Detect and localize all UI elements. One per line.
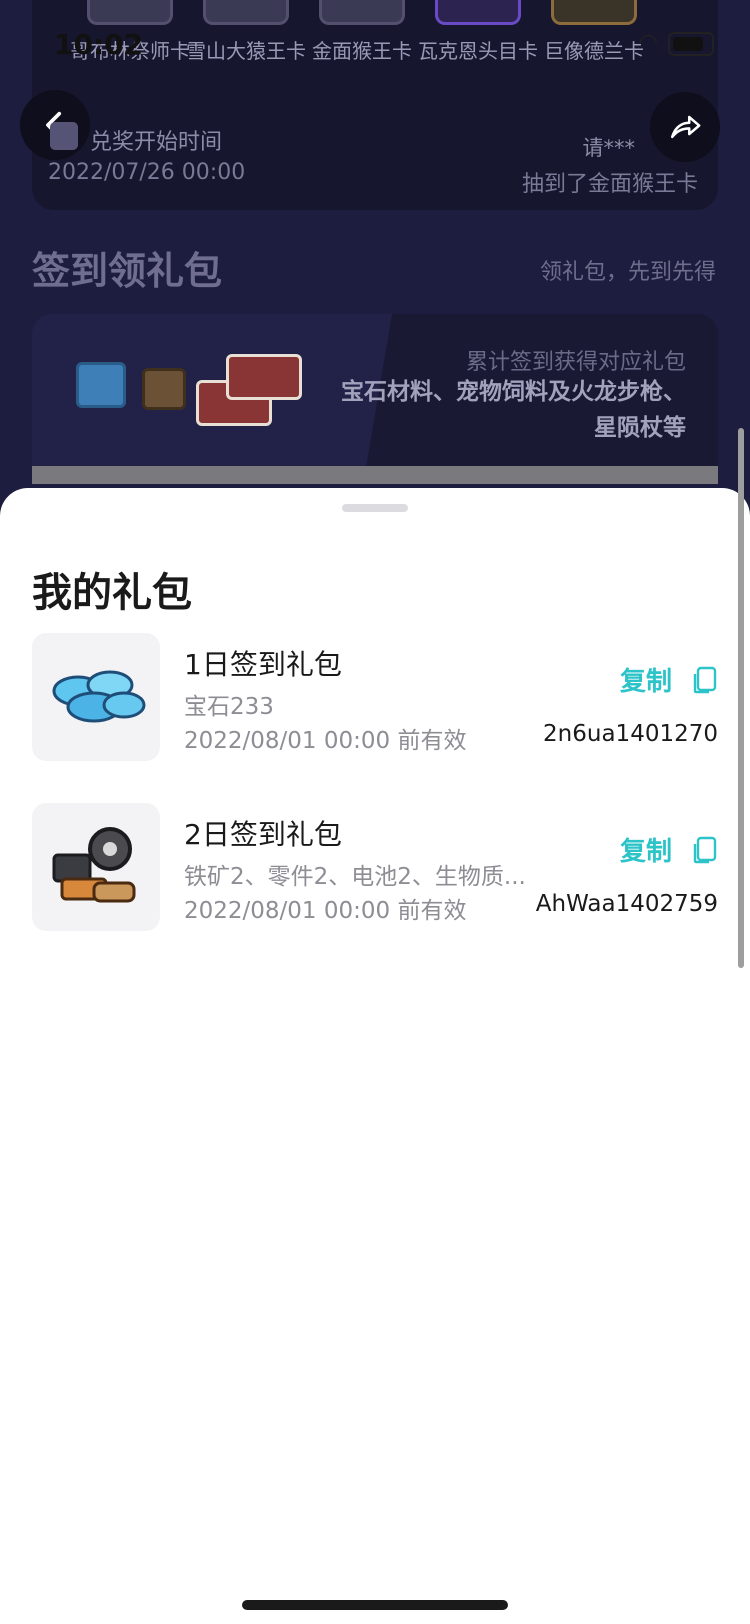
banner-caption: 累计签到获得对应礼包 <box>465 350 686 375</box>
card-thumbnail <box>203 0 289 25</box>
gift-code: AhWaa1402759 <box>535 891 718 917</box>
card-thumbnail <box>551 0 637 25</box>
gift-pack-thumbnail <box>32 633 160 761</box>
card-thumbnail <box>87 0 173 25</box>
signin-section-subtitle: 领礼包，先到先得 <box>539 260 716 285</box>
share-button[interactable] <box>650 92 720 162</box>
status-time: 10:02 <box>54 28 144 61</box>
ticket-icon <box>226 354 302 400</box>
calendar-icon <box>50 122 78 150</box>
card-thumbnail <box>319 0 405 25</box>
copy-label: 复制 <box>619 667 672 697</box>
materials-icon <box>52 827 136 903</box>
gift-pack-contents: 宝石233 <box>184 694 274 720</box>
winner-text: 抽到了金面猴王卡 <box>521 172 698 197</box>
redeem-start-time: 2022/07/26 00:00 <box>48 160 246 185</box>
banner-rewards: 宝石材料、宠物饲料及火龙步枪、星陨杖等 <box>341 379 686 441</box>
gem-chest-icon <box>76 362 126 408</box>
gift-pack-item: 2日签到礼包 铁矿2、零件2、电池2、生物质... 2022/08/01 00:… <box>32 803 718 933</box>
copy-icon <box>693 666 717 693</box>
copy-button[interactable]: 复制 <box>620 831 718 868</box>
card-thumbnail <box>435 0 521 25</box>
copy-label: 复制 <box>619 837 672 867</box>
winner-user: 请*** <box>582 136 636 160</box>
gift-pack-thumbnail <box>32 803 160 931</box>
my-gifts-sheet: 我的礼包 1日签到礼包 宝石233 2022/08/01 00:00 前有效 复… <box>0 428 750 1624</box>
copy-icon <box>693 836 717 863</box>
copy-button[interactable]: 复制 <box>620 661 718 698</box>
wifi-icon: ◠ <box>638 30 658 55</box>
redeem-start-label: 兑奖开始时间 <box>90 130 223 155</box>
status-bar: 10:02 ◠ <box>0 28 750 68</box>
battery-icon <box>668 32 714 56</box>
sheet-drag-handle[interactable] <box>342 504 408 512</box>
gem-icon <box>52 670 146 723</box>
scrollbar[interactable] <box>738 428 744 968</box>
share-icon <box>670 115 701 139</box>
signin-gift-banner: 累计签到获得对应礼包 宝石材料、宠物饲料及火龙步枪、星陨杖等 <box>32 314 718 484</box>
pet-food-icon <box>142 368 186 410</box>
sheet-title: 我的礼包 <box>32 570 192 616</box>
gift-pack-name: 1日签到礼包 <box>184 648 342 681</box>
gift-pack-contents: 铁矿2、零件2、电池2、生物质... <box>184 864 526 890</box>
gift-code: 2n6ua1401270 <box>543 721 718 747</box>
gift-pack-name: 2日签到礼包 <box>184 818 342 851</box>
background-page: 哥布林祭师卡 雪山大猿王卡 金面猴王卡 瓦克恩头目卡 巨像德兰卡 10:02 ◠ <box>0 0 750 500</box>
gift-pack-item: 1日签到礼包 宝石233 2022/08/01 00:00 前有效 复制 2n6… <box>32 633 718 763</box>
gift-pack-expiry: 2022/08/01 00:00 前有效 <box>184 898 467 924</box>
gift-items-illustration <box>72 354 312 444</box>
gift-pack-expiry: 2022/08/01 00:00 前有效 <box>184 728 467 754</box>
signin-section-title: 签到领礼包 <box>32 249 223 293</box>
home-indicator[interactable] <box>242 1600 508 1610</box>
